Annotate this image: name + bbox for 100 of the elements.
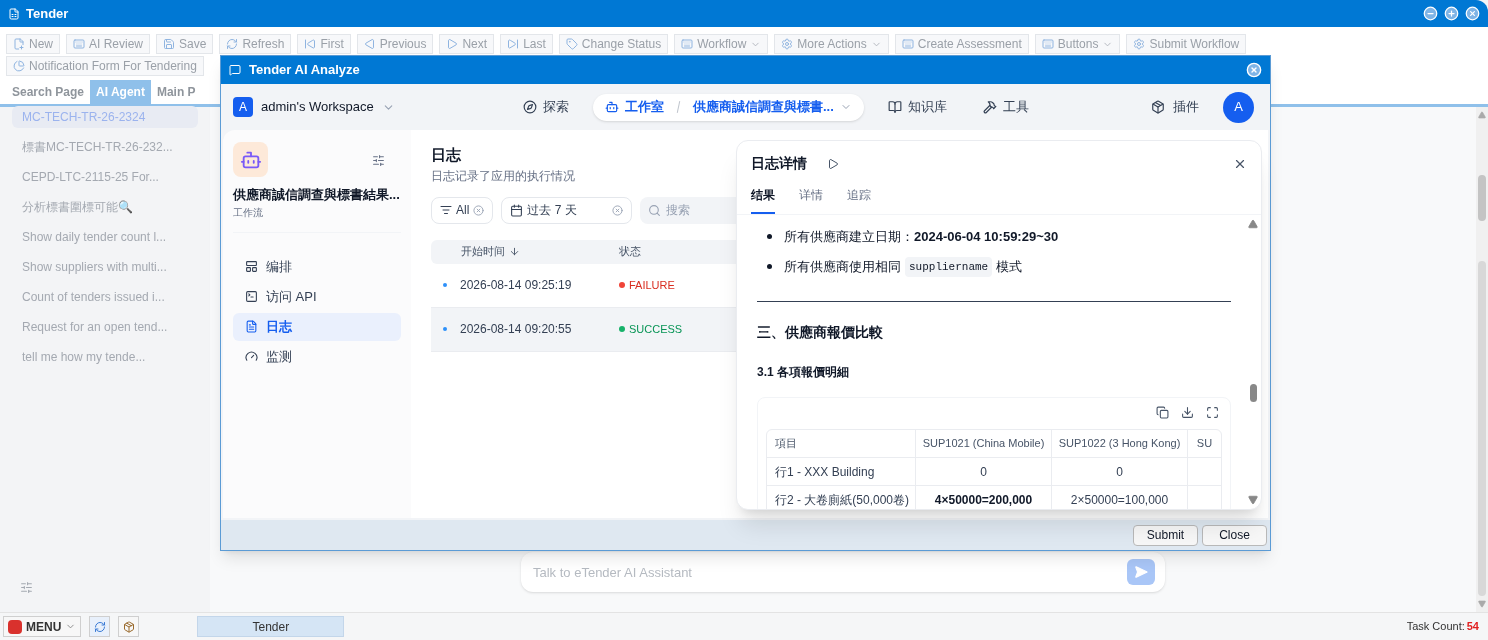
toolbar-button[interactable]: Notification Form For Tendering bbox=[6, 56, 204, 76]
scrollbar-thumb[interactable] bbox=[1478, 175, 1486, 221]
detail-tab[interactable]: 追踪 bbox=[847, 186, 871, 214]
log-status: SUCCESS bbox=[629, 321, 683, 337]
logs-title: 日志 bbox=[431, 145, 461, 165]
toolbar-button[interactable]: Save bbox=[156, 34, 214, 54]
clear-icon[interactable] bbox=[473, 204, 485, 216]
chat-history-item[interactable]: Show daily tender count l... bbox=[12, 226, 198, 248]
gear-icon bbox=[1133, 38, 1146, 50]
table-cell: 0 bbox=[1051, 458, 1187, 485]
toolbar-button[interactable]: Next bbox=[439, 34, 495, 54]
refresh-icon bbox=[226, 38, 239, 50]
table-cell-text: 行1 - XXX Building bbox=[774, 463, 876, 481]
table-cell-text: 行2 - 大卷廁紙(50,000卷) bbox=[774, 491, 911, 509]
dialog-button[interactable]: Submit bbox=[1133, 524, 1198, 546]
dialog-button[interactable]: Close bbox=[1202, 524, 1267, 546]
date-range-filter[interactable]: 过去 7 天 bbox=[501, 196, 633, 224]
skip-forward-icon bbox=[507, 38, 520, 50]
triangle-left-icon bbox=[363, 38, 376, 50]
pie-chart-icon bbox=[13, 60, 25, 72]
toolbar-button[interactable]: AI Review bbox=[66, 34, 151, 54]
arrow-up-icon[interactable] bbox=[1478, 111, 1486, 119]
menu-item[interactable]: 日志 bbox=[233, 312, 401, 341]
user-avatar[interactable]: A bbox=[1223, 91, 1254, 123]
book-icon bbox=[887, 100, 902, 114]
toolbar-button[interactable]: Last bbox=[500, 34, 553, 54]
chat-history-item[interactable]: Count of tenders issued i... bbox=[12, 286, 198, 308]
task-count-label: Task Count: bbox=[1406, 619, 1465, 635]
chat-history-item[interactable]: Request for an open tend... bbox=[12, 316, 198, 338]
detail-tab[interactable]: 详情 bbox=[799, 186, 823, 214]
toolbar-button[interactable]: Buttons bbox=[1034, 34, 1121, 54]
maximize-icon[interactable] bbox=[1444, 6, 1459, 21]
menu-item[interactable]: 编排 bbox=[233, 252, 401, 281]
table-cell: 0 bbox=[915, 458, 1051, 485]
plugins-link[interactable]: 插件 bbox=[1151, 97, 1199, 117]
toolbar-button[interactable]: First bbox=[297, 34, 351, 54]
toolbar-button[interactable]: More Actions bbox=[774, 34, 889, 54]
arrow-down-icon[interactable] bbox=[1248, 495, 1258, 505]
play-icon[interactable] bbox=[827, 157, 839, 170]
compass-icon bbox=[523, 100, 537, 114]
toolbar-button[interactable]: Workflow bbox=[674, 34, 769, 54]
start-menu-button[interactable]: MENU bbox=[3, 616, 82, 637]
nav-tab[interactable]: 探索 bbox=[511, 93, 581, 121]
menu-item[interactable]: 访问 API bbox=[233, 282, 401, 311]
browser-icon[interactable] bbox=[89, 616, 111, 637]
chat-history-item[interactable]: 分析標書圍標可能🔍 bbox=[12, 196, 198, 218]
copy-icon[interactable] bbox=[1156, 406, 1169, 419]
toolbar-button[interactable]: Refresh bbox=[219, 34, 292, 54]
toolbar-button[interactable]: Submit Workflow bbox=[1126, 34, 1247, 54]
robot-avatar-icon bbox=[233, 142, 268, 177]
nav-tab[interactable]: 工具 bbox=[970, 93, 1041, 121]
package-icon[interactable] bbox=[118, 616, 140, 637]
status-filter[interactable]: All bbox=[431, 196, 494, 224]
send-button[interactable] bbox=[1127, 559, 1155, 585]
dialog-title: Tender AI Analyze bbox=[249, 61, 360, 80]
column-header[interactable]: 开始时间 bbox=[431, 243, 619, 260]
calendar-icon bbox=[510, 203, 524, 217]
scrollbar-thumb[interactable] bbox=[1249, 384, 1257, 402]
nav-tab[interactable]: 知识库 bbox=[875, 93, 959, 121]
toolbar-button[interactable]: Create Assessment bbox=[894, 34, 1029, 54]
toolbar-button[interactable]: Previous bbox=[356, 34, 434, 54]
app-name: 供應商誠信調查與標書結果... bbox=[233, 186, 401, 204]
close-icon[interactable] bbox=[1246, 62, 1262, 78]
taskbar-task[interactable]: Tender bbox=[197, 616, 345, 637]
page-tab[interactable]: AI Agent bbox=[90, 80, 151, 104]
download-icon[interactable] bbox=[1181, 406, 1194, 419]
sliders-icon[interactable] bbox=[20, 581, 33, 594]
logs-subtitle: 日志记录了应用的执行情况 bbox=[431, 167, 575, 185]
column-header[interactable]: 状态 bbox=[619, 243, 641, 260]
detail-tab[interactable]: 结果 bbox=[751, 186, 775, 214]
chat-history-item[interactable]: tell me how my tende... bbox=[12, 346, 198, 368]
terminal-icon bbox=[245, 290, 258, 303]
chat-history-item[interactable]: Show suppliers with multi... bbox=[12, 256, 198, 278]
scrollbar[interactable] bbox=[1476, 107, 1488, 612]
detail-title: 日志详情 bbox=[751, 154, 807, 173]
clear-icon[interactable] bbox=[612, 204, 624, 216]
arrow-down-icon[interactable] bbox=[1478, 600, 1486, 608]
breadcrumb-link[interactable]: 供應商誠信調查與標書... bbox=[693, 97, 834, 117]
menu-item[interactable]: 监测 bbox=[233, 342, 401, 371]
fullscreen-icon[interactable] bbox=[1206, 406, 1219, 419]
chat-history-item[interactable]: 標書MC-TECH-TR-26-232... bbox=[12, 136, 198, 158]
nav-tab[interactable]: 工作室 供應商誠信調查與標書... bbox=[593, 93, 864, 121]
layout-icon bbox=[245, 260, 258, 273]
chat-history-item[interactable]: MC-TECH-TR-26-2324 bbox=[12, 106, 198, 128]
gauge-icon bbox=[245, 350, 258, 363]
page-tab[interactable]: Search Page bbox=[6, 80, 91, 104]
workspace-name[interactable]: admin's Workspace bbox=[261, 97, 374, 117]
app-type: 工作流 bbox=[233, 205, 264, 220]
close-icon[interactable] bbox=[1465, 6, 1480, 21]
minimize-icon[interactable] bbox=[1423, 6, 1438, 21]
page-tab[interactable]: Main P bbox=[150, 80, 202, 104]
sliders-icon[interactable] bbox=[372, 154, 385, 167]
toolbar-button[interactable]: New bbox=[6, 34, 60, 54]
workspace-avatar: A bbox=[233, 97, 253, 117]
toolbar-button[interactable]: Change Status bbox=[558, 34, 669, 54]
chat-input[interactable]: Talk to eTender AI Assistant bbox=[521, 552, 1165, 592]
app-logo-icon bbox=[8, 619, 22, 634]
arrow-up-icon[interactable] bbox=[1248, 219, 1258, 229]
chat-history-item[interactable]: CEPD-LTC-2115-25 For... bbox=[12, 166, 198, 188]
robot-icon bbox=[605, 100, 619, 114]
